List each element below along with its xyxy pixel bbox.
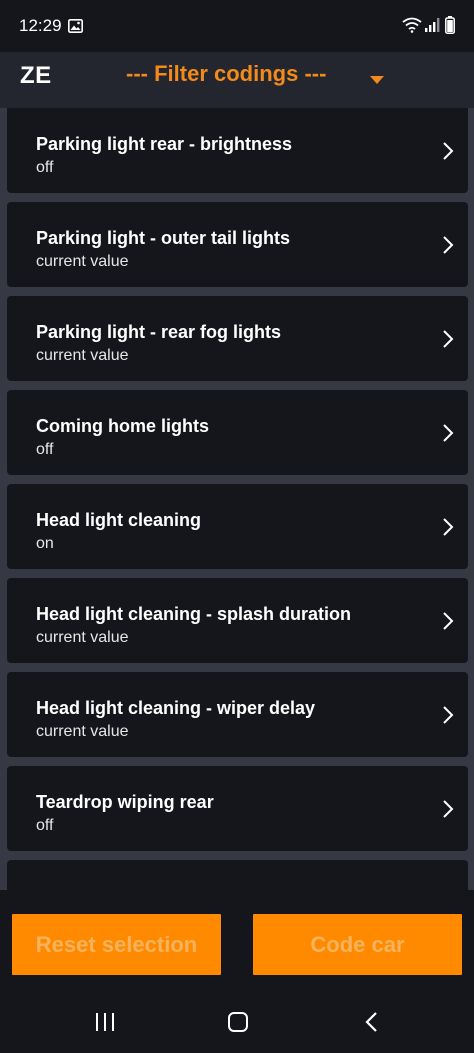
coding-list-items: Parking light rear - brightness off Parkin… [7,108,468,890]
coding-item[interactable]: Head light cleaning - wiper delay current… [7,672,468,757]
chevron-right-icon [441,140,455,167]
coding-value: current value [36,723,129,740]
coding-title: Parking light - outer tail lights [36,228,291,248]
action-panel: Reset selection Code car [0,890,474,990]
back-icon[interactable] [364,1011,378,1038]
signal-icon [424,17,440,38]
coding-title: Head light cleaning [36,510,202,530]
code-car-button[interactable]: Code car [253,914,462,975]
system-nav-bar [0,990,474,1053]
chevron-right-icon [441,328,455,355]
coding-title: Head light cleaning - splash duration [36,604,352,624]
chevron-right-icon [441,234,455,261]
chevron-right-icon [441,798,455,825]
coding-item[interactable]: Head light cleaning on [7,484,468,569]
wifi-icon [402,17,422,38]
chevron-right-icon [441,516,455,543]
status-bar: 12:29 [0,0,474,52]
coding-item[interactable]: Teardrop wiping rear off [7,766,468,851]
coding-title: Head light cleaning - wiper delay [36,698,316,718]
chevron-right-icon [441,422,455,449]
coding-list[interactable]: Parking light rear - brightness off Parkin… [0,108,474,890]
coding-title: Parking light - rear fog lights [36,322,282,342]
chevron-right-icon [441,610,455,637]
coding-item[interactable]: Head light cleaning - splash duration cur… [7,578,468,663]
app-bar: ZE --- Filter codings --- [0,52,474,108]
coding-title: Parking light rear - brightness [36,134,293,154]
coding-title: Teardrop wiping rear [36,792,214,812]
recents-icon[interactable] [94,1012,116,1037]
chevron-right-icon [441,704,455,731]
reset-selection-button[interactable]: Reset selection [12,914,221,975]
coding-title: Coming home lights [36,416,209,436]
coding-value: current value [36,347,129,364]
coding-value: on [36,535,54,552]
app-title: ZE [20,62,52,89]
coding-value: current value [36,253,129,270]
coding-value: off [36,817,54,834]
coding-value: current value [36,629,129,646]
caret-down-icon [370,71,384,89]
coding-item[interactable]: Parking light - outer tail lights current… [7,202,468,287]
filter-label: --- Filter codings --- [126,61,327,86]
battery-icon [445,16,455,39]
coding-value: off [36,441,54,458]
coding-value: off [36,159,54,176]
home-icon[interactable] [227,1011,249,1038]
coding-item[interactable]: Parking light - rear fog lights current v… [7,296,468,381]
status-time: 12:29 [19,16,62,35]
image-icon [68,19,83,38]
coding-item[interactable] [7,860,468,890]
filter-codings-dropdown[interactable]: --- Filter codings --- [118,52,398,100]
coding-item[interactable]: Coming home lights off [7,390,468,475]
coding-item[interactable]: Parking light rear - brightness off [7,108,468,193]
